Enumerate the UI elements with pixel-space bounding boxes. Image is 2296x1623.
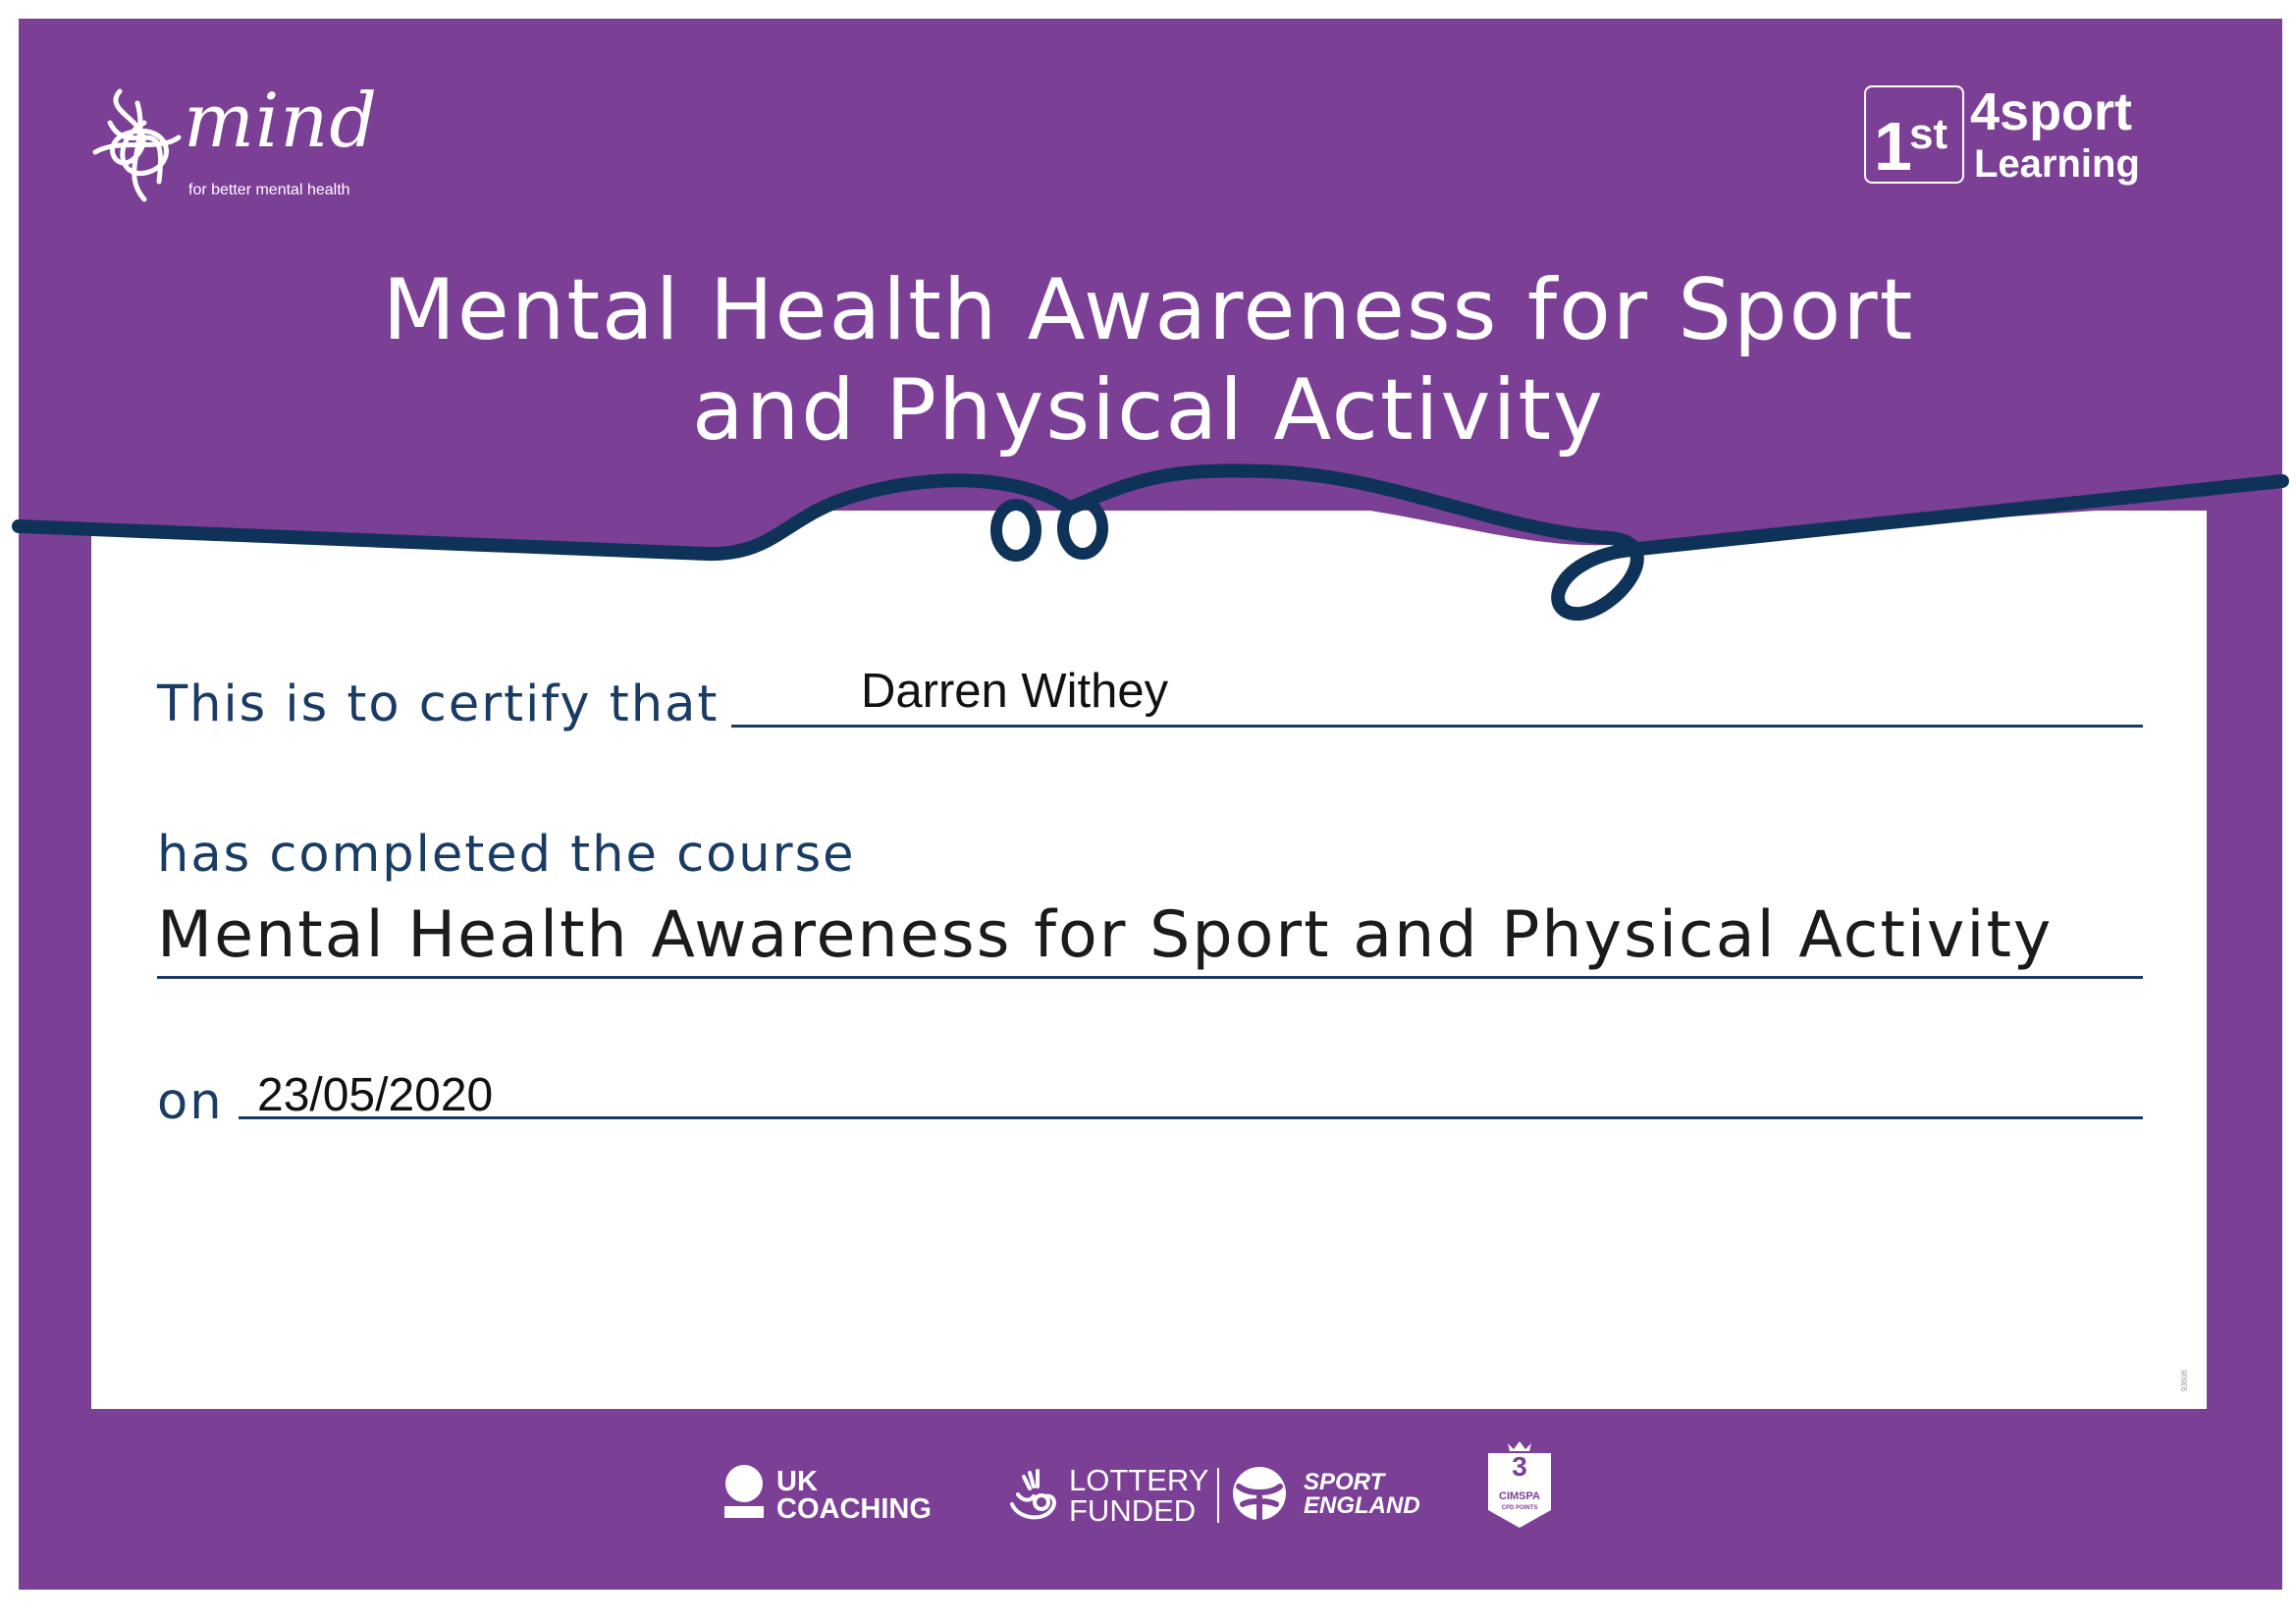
certificate-title: Mental Health Awareness for Sport and Ph… bbox=[216, 260, 2081, 460]
sport-england-logo: SPORT ENGLAND bbox=[1231, 1465, 1437, 1524]
mind-tagline: for better mental health bbox=[188, 182, 350, 198]
sport-england-icon bbox=[1233, 1467, 1286, 1522]
uk-coaching-line2: COACHING bbox=[776, 1493, 932, 1525]
uk-coaching-logo: UK COACHING bbox=[724, 1465, 960, 1524]
footer-logo-divider bbox=[1217, 1468, 1219, 1523]
first4sport-line1: 4sport bbox=[1970, 82, 2133, 141]
uk-coaching-line1: UK bbox=[776, 1466, 818, 1497]
mind-wordmark: mind bbox=[184, 77, 378, 164]
completion-date: 23/05/2020 bbox=[257, 1069, 494, 1121]
date-label: on bbox=[157, 1073, 224, 1131]
course-name-rule bbox=[157, 976, 2143, 979]
first4sport-logo: 1st 4sport Learning bbox=[1864, 85, 2159, 195]
lottery-funded-logo: LOTTERY FUNDED bbox=[1008, 1461, 1214, 1526]
certify-label: This is to certify that bbox=[157, 676, 720, 733]
cimspa-name: CIMSPA bbox=[1499, 1490, 1540, 1502]
cimspa-sub: CPD POINTS bbox=[1501, 1505, 1538, 1511]
lottery-funded-text: LOTTERY FUNDED bbox=[1069, 1465, 1208, 1526]
completed-label: has completed the course bbox=[157, 826, 856, 884]
first4sport-badge: 1st bbox=[1864, 85, 1964, 185]
reference-code: 93606 bbox=[2180, 1370, 2189, 1392]
recipient-name-rule bbox=[731, 725, 2143, 728]
first4sport-line2: Learning bbox=[1974, 142, 2140, 186]
mind-logo: mind for better mental health bbox=[90, 83, 385, 206]
recipient-name: Darren Withey bbox=[861, 665, 1169, 718]
title-line-1: Mental Health Awareness for Sport bbox=[382, 261, 1915, 359]
mind-squiggle-icon bbox=[92, 88, 182, 202]
sport-england-line1: SPORT bbox=[1304, 1469, 1385, 1495]
sport-england-text: SPORT ENGLAND bbox=[1304, 1471, 1420, 1518]
cimspa-points: 3 bbox=[1512, 1451, 1527, 1482]
sport-england-line2: ENGLAND bbox=[1304, 1492, 1420, 1519]
first4sport-numeral: 1 bbox=[1874, 108, 1912, 185]
lottery-hands-icon bbox=[1010, 1469, 1056, 1520]
uk-coaching-icon bbox=[724, 1465, 764, 1518]
uk-coaching-text: UK COACHING bbox=[776, 1466, 932, 1525]
cimspa-cpd-logo: 3 CIMSPA CPD POINTS bbox=[1484, 1439, 1555, 1530]
lottery-line2: FUNDED bbox=[1069, 1493, 1197, 1528]
title-line-2: and Physical Activity bbox=[692, 361, 1605, 460]
lottery-line1: LOTTERY bbox=[1069, 1463, 1209, 1497]
course-name: Mental Health Awareness for Sport and Ph… bbox=[157, 898, 2054, 972]
date-rule bbox=[239, 1116, 2143, 1119]
first4sport-ordinal: st bbox=[1908, 110, 1949, 158]
